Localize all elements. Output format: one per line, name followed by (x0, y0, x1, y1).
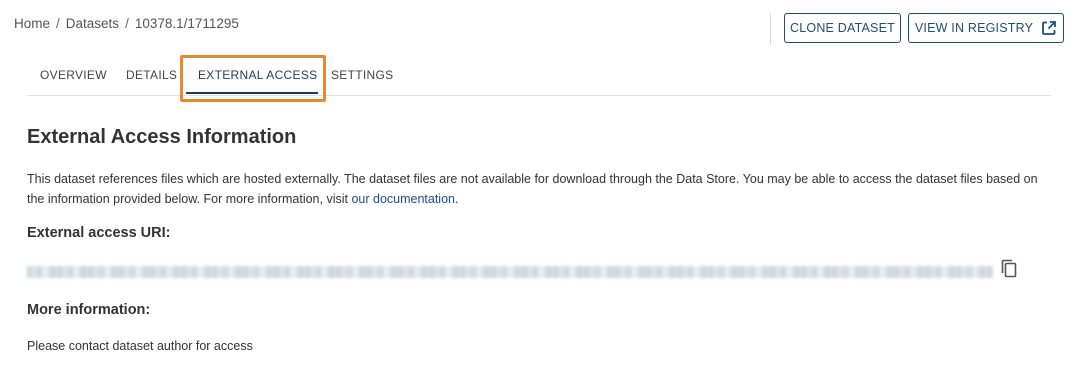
breadcrumb-home[interactable]: Home (14, 16, 50, 31)
documentation-link[interactable]: our documentation (351, 192, 455, 206)
tab-bar: OVERVIEW DETAILS EXTERNAL ACCESS SETTING… (27, 62, 1051, 96)
active-tab-indicator (186, 92, 318, 94)
external-uri-value (27, 266, 993, 278)
breadcrumb-current: 10378.1/1711295 (134, 16, 239, 31)
tab-settings[interactable]: SETTINGS (331, 68, 393, 82)
page-title: External Access Information (27, 126, 297, 148)
uri-label: External access URI: (27, 225, 171, 241)
clone-dataset-button[interactable]: CLONE DATASET (784, 13, 901, 43)
tab-overview[interactable]: OVERVIEW (40, 68, 107, 82)
description-text: This dataset references files which are … (27, 172, 1038, 206)
tab-details[interactable]: DETAILS (126, 68, 177, 82)
description-end: . (455, 192, 459, 206)
more-info-label: More information: (27, 302, 151, 318)
view-in-registry-button[interactable]: VIEW IN REGISTRY (908, 13, 1064, 43)
clone-dataset-label: CLONE DATASET (790, 21, 895, 35)
more-info-text: Please contact dataset author for access (27, 339, 253, 353)
breadcrumb-separator: / (125, 16, 129, 31)
description: This dataset references files which are … (27, 169, 1057, 209)
breadcrumb-datasets[interactable]: Datasets (66, 16, 119, 31)
breadcrumb-separator: / (56, 16, 60, 31)
header-divider (770, 13, 771, 45)
breadcrumb: Home / Datasets / 10378.1/1711295 (14, 16, 239, 31)
tab-external-access[interactable]: EXTERNAL ACCESS (198, 68, 317, 82)
view-in-registry-label: VIEW IN REGISTRY (914, 21, 1034, 35)
open-in-new-icon (1041, 20, 1057, 36)
copy-icon[interactable] (1000, 259, 1018, 284)
